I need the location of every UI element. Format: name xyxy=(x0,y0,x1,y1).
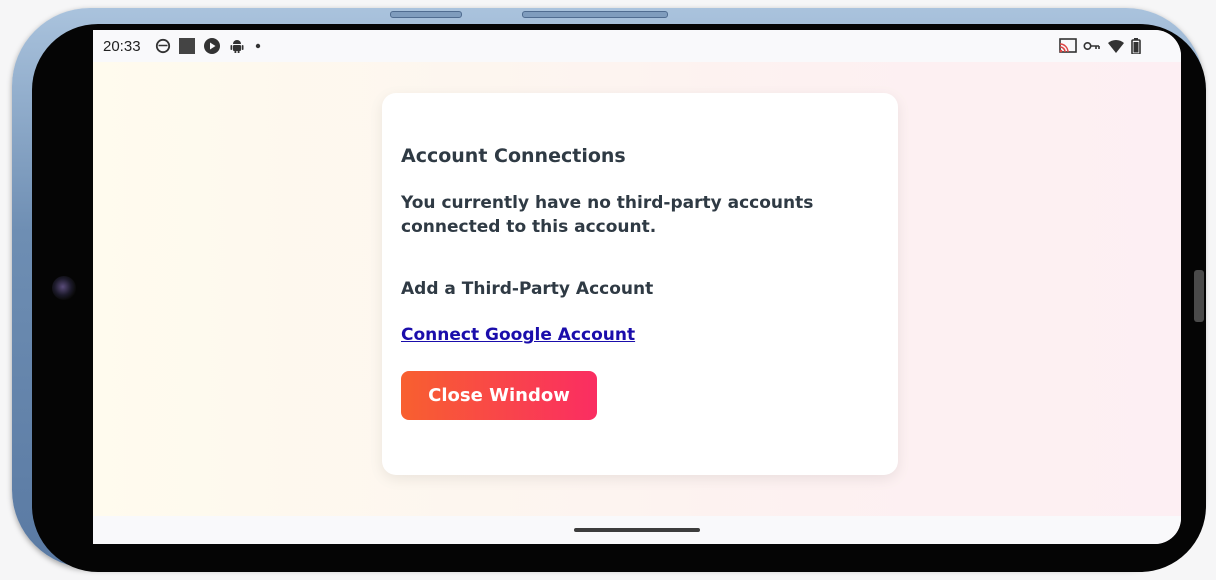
status-right xyxy=(1059,38,1141,54)
add-account-heading: Add a Third-Party Account xyxy=(401,279,654,299)
dot-icon xyxy=(253,41,263,51)
connect-google-account-link[interactable]: Connect Google Account xyxy=(401,325,635,345)
front-camera xyxy=(52,276,76,300)
account-connections-card: Account Connections You currently have n… xyxy=(382,93,898,475)
status-bar: 20:33 xyxy=(93,30,1181,62)
stop-square-icon xyxy=(178,38,195,54)
card-description: You currently have no third-party accoun… xyxy=(401,193,814,237)
timer-icon xyxy=(155,38,171,54)
android-icon xyxy=(229,38,245,54)
side-button xyxy=(1194,270,1204,322)
navigation-bar xyxy=(93,516,1181,544)
card-title: Account Connections xyxy=(401,145,626,167)
power-button xyxy=(522,11,668,18)
wifi-icon xyxy=(1107,38,1125,54)
close-window-button[interactable]: Close Window xyxy=(401,371,597,420)
status-time: 20:33 xyxy=(103,37,141,55)
status-left: 20:33 xyxy=(103,37,263,55)
play-circle-icon xyxy=(203,37,221,55)
vpn-key-icon xyxy=(1083,40,1101,52)
cast-icon xyxy=(1059,38,1077,54)
battery-icon xyxy=(1131,38,1141,54)
phone-screen: 20:33 Account Connections You currently … xyxy=(93,30,1181,544)
home-gesture-pill[interactable] xyxy=(574,528,700,532)
volume-button xyxy=(390,11,462,18)
